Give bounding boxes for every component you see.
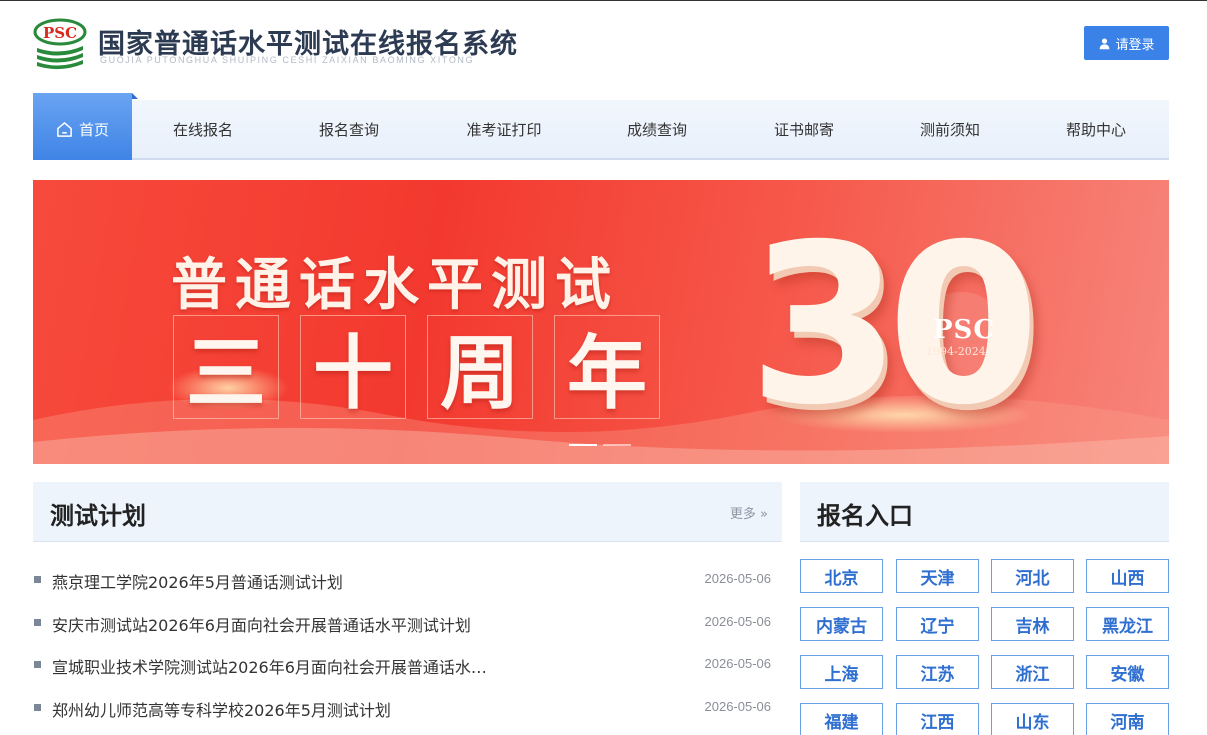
main-nav: 首页 在线报名 报名查询 准考证打印 成绩查询 证书邮寄 测前须知 帮助中心 (33, 93, 1169, 160)
province-shanghai[interactable]: 上海 (800, 655, 883, 689)
login-button[interactable]: 请登录 (1084, 26, 1169, 60)
banner-char-4: 年 (554, 315, 660, 420)
province-tianjin[interactable]: 天津 (896, 559, 979, 593)
hero-banner[interactable]: 普通话水平测试 三 十 周 年 30 PSC 1994-2024 (33, 180, 1169, 464)
province-heilongjiang[interactable]: 黑龙江 (1086, 607, 1169, 641)
province-jiangsu[interactable]: 江苏 (896, 655, 979, 689)
site-pinyin: GUOJIA PUTONGHUA SHUIPING CESHI ZAIXIAN … (100, 55, 475, 65)
province-anhui[interactable]: 安徽 (1086, 655, 1169, 689)
banner-char-2: 十 (300, 315, 406, 420)
plan-item[interactable]: 燕京理工学院2026年5月普通话测试计划 2026-05-06 (33, 568, 771, 592)
nav-signup-query[interactable]: 报名查询 (278, 100, 420, 158)
plan-item[interactable]: 宣城职业技术学院测试站2026年6月面向社会开展普通话水… 2026-05-06 (33, 653, 771, 677)
logo-text: PSC (43, 24, 77, 42)
nav-score-query[interactable]: 成绩查询 (586, 100, 728, 158)
province-shandong[interactable]: 山东 (991, 703, 1074, 735)
nav-help-center[interactable]: 帮助中心 (1023, 100, 1169, 158)
plan-date: 2026-05-06 (704, 656, 772, 671)
plans-header: 测试计划 更多 » (33, 482, 782, 542)
plan-date: 2026-05-06 (704, 699, 772, 714)
square-bullet-icon (34, 661, 41, 668)
plan-item[interactable]: 安庆市测试站2026年6月面向社会开展普通话水平测试计划 2026-05-06 (33, 611, 771, 635)
plan-title[interactable]: 郑州幼儿师范高等专科学校2026年5月测试计划 (52, 697, 391, 721)
nav-ticket-print[interactable]: 准考证打印 (429, 100, 579, 158)
plan-title[interactable]: 宣城职业技术学院测试站2026年6月面向社会开展普通话水… (52, 654, 487, 678)
home-icon (57, 122, 72, 137)
plans-title: 测试计划 (50, 502, 146, 530)
plan-item[interactable]: 郑州幼儿师范高等专科学校2026年5月测试计划 2026-05-06 (33, 696, 771, 720)
nav-pretest-notice[interactable]: 测前须知 (879, 100, 1021, 158)
carousel-dots (569, 444, 631, 446)
plan-title[interactable]: 燕京理工学院2026年5月普通话测试计划 (52, 569, 343, 593)
plan-date: 2026-05-06 (704, 614, 772, 629)
province-neimenggu[interactable]: 内蒙古 (800, 607, 883, 641)
plan-date: 2026-05-06 (704, 571, 772, 586)
carousel-dot-2[interactable] (603, 444, 631, 446)
nav-home-label: 首页 (78, 121, 109, 139)
plan-title[interactable]: 安庆市测试站2026年6月面向社会开展普通话水平测试计划 (52, 612, 471, 636)
signup-title: 报名入口 (817, 502, 913, 530)
province-henan[interactable]: 河南 (1086, 703, 1169, 735)
province-jiangxi[interactable]: 江西 (896, 703, 979, 735)
nav-home[interactable]: 首页 (33, 93, 138, 160)
plans-more-link[interactable]: 更多 » (730, 503, 768, 522)
province-liaoning[interactable]: 辽宁 (896, 607, 979, 641)
site-header: PSC 国家普通话水平测试在线报名系统 GUOJIA PUTONGHUA SHU… (0, 0, 1207, 92)
psc-logo: PSC (33, 18, 87, 70)
province-jilin[interactable]: 吉林 (991, 607, 1074, 641)
province-beijing[interactable]: 北京 (800, 559, 883, 593)
banner-char-1: 三 (173, 315, 279, 420)
banner-char-3: 周 (427, 315, 533, 420)
province-zhejiang[interactable]: 浙江 (991, 655, 1074, 689)
nav-online-signup[interactable]: 在线报名 (132, 100, 274, 158)
square-bullet-icon (34, 619, 41, 626)
province-shanxi[interactable]: 山西 (1086, 559, 1169, 593)
square-bullet-icon (34, 704, 41, 711)
signup-header: 报名入口 (800, 482, 1169, 542)
login-label: 请登录 (1115, 37, 1155, 53)
more-label: 更多 (729, 507, 756, 522)
banner-years: 1994-2024 (926, 345, 986, 358)
banner-badge: PSC (933, 315, 996, 345)
province-hebei[interactable]: 河北 (991, 559, 1074, 593)
square-bullet-icon (34, 576, 41, 583)
double-chevron-right-icon: » (760, 507, 768, 522)
user-icon (1100, 37, 1110, 49)
nav-certificate-mail[interactable]: 证书邮寄 (733, 100, 875, 158)
province-fujian[interactable]: 福建 (800, 703, 883, 735)
carousel-dot-1[interactable] (569, 444, 597, 446)
